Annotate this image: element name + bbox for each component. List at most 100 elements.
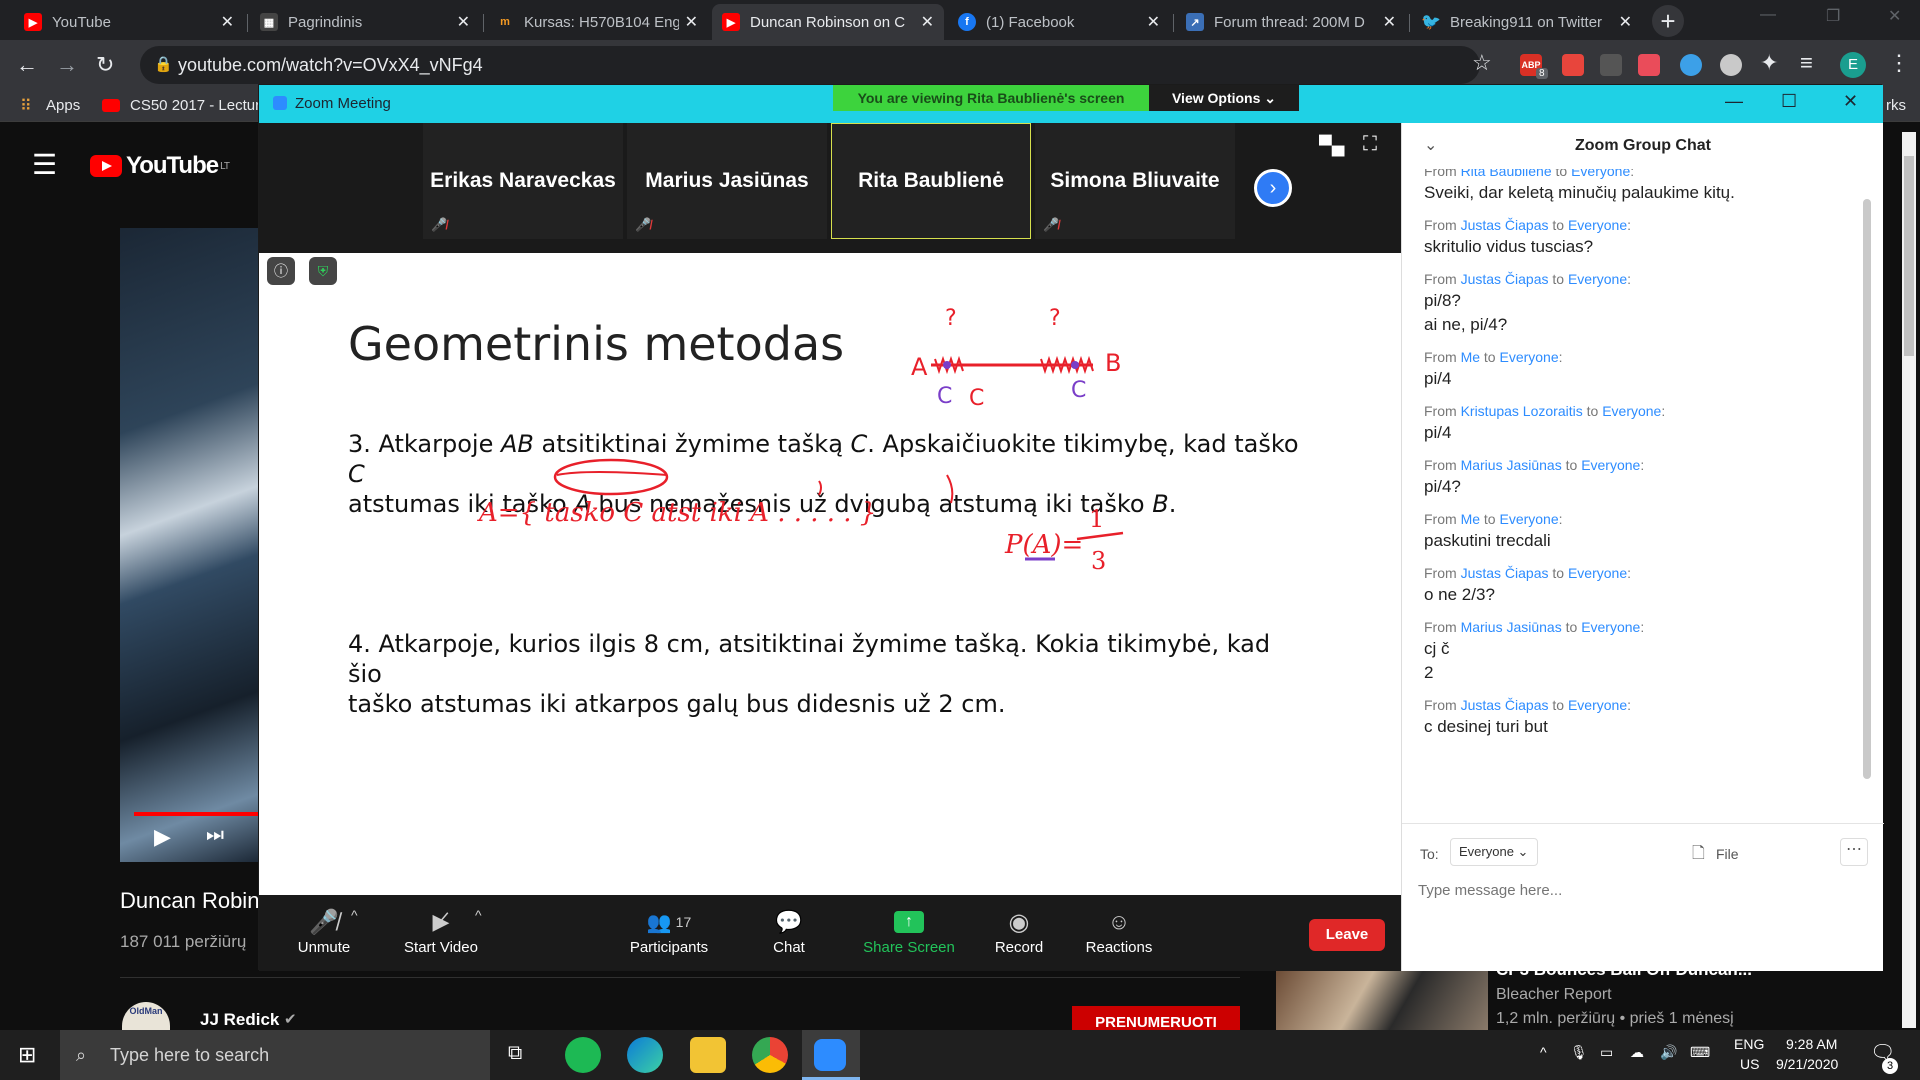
- chat-sender[interactable]: Justas Čiapas: [1461, 565, 1549, 581]
- puzzle-extensions-icon[interactable]: ✦: [1760, 50, 1778, 76]
- tab-youtube[interactable]: ▶ YouTube ✕: [14, 4, 244, 40]
- leave-button[interactable]: Leave: [1309, 919, 1385, 951]
- vpn-extension-icon[interactable]: [1680, 54, 1702, 76]
- record-button[interactable]: ◉ Record: [979, 905, 1059, 957]
- video-progress-bar[interactable]: [134, 812, 260, 816]
- channel-avatar[interactable]: OldMan: [122, 1002, 170, 1030]
- chat-sender[interactable]: Kristupas Lozoraitis: [1461, 403, 1583, 419]
- tab-forum-thread[interactable]: ↗ Forum thread: 200M D ✕: [1176, 4, 1406, 40]
- recipient-dropdown[interactable]: Everyone ⌄: [1450, 838, 1538, 866]
- audio-options-caret-icon[interactable]: ^: [351, 907, 358, 923]
- chat-sender[interactable]: Marius Jasiūnas: [1461, 619, 1562, 635]
- zoom-taskbar-button[interactable]: [802, 1030, 860, 1080]
- close-tab-icon[interactable]: ✕: [921, 12, 934, 32]
- edge-icon[interactable]: [627, 1037, 663, 1073]
- task-view-icon[interactable]: ⧉: [508, 1042, 522, 1065]
- tray-chevron-icon[interactable]: ^: [1540, 1044, 1547, 1060]
- clock-date[interactable]: 9/21/2020: [1776, 1056, 1838, 1072]
- hamburger-menu-icon[interactable]: ☰: [32, 148, 57, 181]
- network-icon[interactable]: ☁: [1630, 1044, 1644, 1061]
- back-arrow-icon[interactable]: ←: [16, 52, 38, 78]
- video-extension-icon[interactable]: [1638, 54, 1660, 76]
- address-bar[interactable]: 🔒 youtube.com/watch?v=OVxX4_vNFg4: [140, 46, 1480, 84]
- bookmark-cs50[interactable]: CS50 2017 - Lectur: [130, 97, 260, 114]
- related-video-thumbnail[interactable]: [1276, 970, 1488, 1030]
- forward-arrow-icon[interactable]: →: [56, 52, 78, 78]
- close-tab-icon[interactable]: ✕: [457, 12, 470, 32]
- restore-icon[interactable]: ❐: [1826, 6, 1840, 26]
- file-icon[interactable]: 🗋: [1692, 842, 1705, 869]
- taskbar-search-box[interactable]: ⌕ Type here to search: [60, 1030, 490, 1080]
- tab-duncan-robinson[interactable]: ▶ Duncan Robinson on C ✕: [712, 4, 944, 40]
- related-channel[interactable]: Bleacher Report: [1496, 986, 1612, 1004]
- microphone-tray-icon[interactable]: 🎙: [1570, 1044, 1588, 1061]
- chat-sender[interactable]: Marius Jasiūnas: [1461, 457, 1562, 473]
- chat-message-list[interactable]: From Rita Baublienė to Everyone: Sveiki, …: [1424, 169, 1864, 819]
- star-bookmark-icon[interactable]: ☆: [1472, 50, 1492, 76]
- chat-button[interactable]: 💬 Chat: [749, 905, 829, 956]
- input-region[interactable]: US: [1740, 1056, 1759, 1072]
- bookmark-other[interactable]: rks: [1886, 97, 1906, 114]
- extension-icon[interactable]: [1600, 54, 1622, 76]
- participant-tile-active[interactable]: Rita Baublienė: [831, 123, 1031, 239]
- file-button[interactable]: File: [1716, 846, 1739, 862]
- video-options-caret-icon[interactable]: ^: [475, 907, 482, 923]
- subscribe-button[interactable]: PRENUMERUOTI: [1072, 1006, 1240, 1030]
- fullscreen-icon[interactable]: ⛶: [1363, 133, 1377, 156]
- bookmark-apps[interactable]: Apps: [46, 97, 80, 114]
- page-scrollbar[interactable]: [1902, 132, 1916, 1028]
- close-tab-icon[interactable]: ✕: [1383, 12, 1396, 32]
- close-tab-icon[interactable]: ✕: [1619, 12, 1632, 32]
- more-options-icon[interactable]: ⋯: [1840, 838, 1868, 866]
- chrome-icon[interactable]: [752, 1037, 788, 1073]
- play-icon[interactable]: ▶: [154, 824, 171, 850]
- participants-button[interactable]: 👥 17 Participants: [609, 905, 729, 957]
- close-window-icon[interactable]: ✕: [1888, 6, 1901, 26]
- new-tab-button[interactable]: +: [1652, 5, 1684, 37]
- gallery-next-button[interactable]: ›: [1254, 169, 1292, 207]
- gmail-extension-icon[interactable]: [1562, 54, 1584, 76]
- tab-facebook[interactable]: f (1) Facebook ✕: [948, 4, 1170, 40]
- reactions-button[interactable]: ☺ Reactions: [1069, 905, 1169, 956]
- close-tab-icon[interactable]: ✕: [685, 12, 698, 32]
- youtube-logo[interactable]: YouTube LT: [90, 152, 230, 180]
- close-tab-icon[interactable]: ✕: [221, 12, 234, 32]
- chat-scrollbar[interactable]: [1863, 199, 1871, 779]
- close-window-icon[interactable]: ✕: [1843, 91, 1858, 112]
- minimize-icon[interactable]: —: [1760, 6, 1776, 24]
- input-language[interactable]: ENG: [1734, 1036, 1764, 1052]
- close-tab-icon[interactable]: ✕: [1147, 12, 1160, 32]
- tab-kursas[interactable]: m Kursas: H570B104 Engl ✕: [486, 4, 708, 40]
- keyboard-icon[interactable]: ⌨: [1690, 1044, 1710, 1061]
- shared-screen-view[interactable]: ⓘ ⛨ Geometrinis metodas 3. Atkarpoje AB …: [259, 253, 1401, 895]
- share-screen-button[interactable]: ↑ Share Screen: [839, 905, 979, 956]
- chat-sender[interactable]: Justas Čiapas: [1461, 217, 1549, 233]
- channel-name[interactable]: JJ Redick: [200, 1010, 279, 1030]
- start-video-button[interactable]: ▶̸ Start Video: [381, 905, 501, 956]
- participant-tile[interactable]: Simona Bliuvaite 🎤̸: [1035, 123, 1235, 239]
- view-options-button[interactable]: View Options ⌄: [1149, 85, 1299, 111]
- participant-tile[interactable]: Erikas Naraveckas 🎤̸: [423, 123, 623, 239]
- chat-sender[interactable]: Me: [1461, 511, 1480, 527]
- clock-time[interactable]: 9:28 AM: [1786, 1036, 1837, 1052]
- tab-breaking911[interactable]: 🐦 Breaking911 on Twitter ✕: [1412, 4, 1642, 40]
- chat-message-input[interactable]: [1418, 876, 1864, 904]
- next-video-icon[interactable]: ⏭: [206, 824, 224, 847]
- apps-grid-icon[interactable]: ⠿: [20, 96, 32, 116]
- maximize-icon[interactable]: ☐: [1781, 91, 1797, 112]
- file-explorer-icon[interactable]: [690, 1037, 726, 1073]
- layout-toggle-icon[interactable]: ▀▄: [1319, 135, 1345, 156]
- participant-tile[interactable]: Marius Jasiūnas 🎤̸: [627, 123, 827, 239]
- chat-sender[interactable]: Me: [1461, 349, 1480, 365]
- chat-sender[interactable]: Justas Čiapas: [1461, 697, 1549, 713]
- tab-pagrindinis[interactable]: ▦ Pagrindinis ✕: [250, 4, 480, 40]
- menu-kebab-icon[interactable]: ⋮: [1888, 50, 1910, 76]
- battery-icon[interactable]: ▭: [1600, 1044, 1613, 1061]
- windows-start-icon[interactable]: ⊞: [18, 1042, 36, 1068]
- spotify-icon[interactable]: [565, 1037, 601, 1073]
- volume-icon[interactable]: 🔊: [1660, 1044, 1677, 1061]
- profile-avatar[interactable]: E: [1840, 52, 1866, 78]
- reload-icon[interactable]: ↻: [96, 52, 114, 78]
- media-queue-icon[interactable]: ≡: [1800, 50, 1813, 76]
- video-player[interactable]: [120, 228, 260, 862]
